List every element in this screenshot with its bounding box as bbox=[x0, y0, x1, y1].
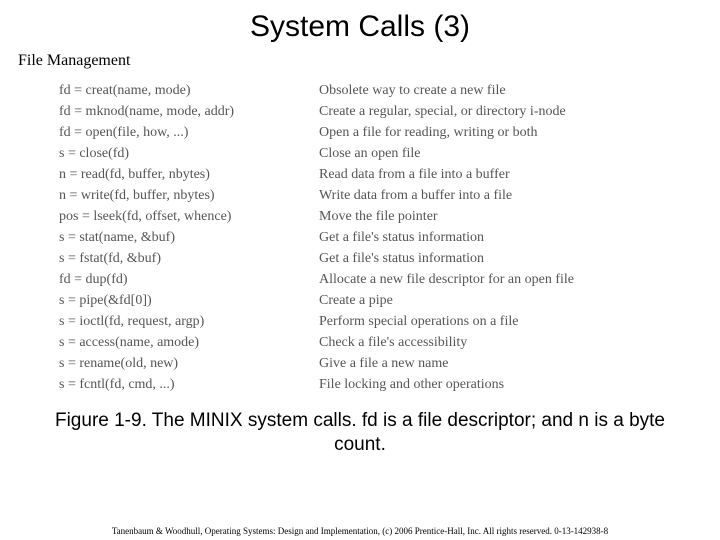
table-row: fd = open(file, how, ...)Open a file for… bbox=[55, 122, 700, 143]
table-row: fd = dup(fd)Allocate a new file descript… bbox=[55, 269, 700, 290]
table-row: s = fstat(fd, &buf)Get a file's status i… bbox=[55, 248, 700, 269]
syscall-description: Write data from a buffer into a file bbox=[315, 185, 700, 206]
copyright-line: Tanenbaum & Woodhull, Operating Systems:… bbox=[0, 526, 720, 536]
table-row: s = stat(name, &buf)Get a file's status … bbox=[55, 227, 700, 248]
syscall-signature: s = fcntl(fd, cmd, ...) bbox=[55, 374, 315, 395]
syscall-table: fd = creat(name, mode)Obsolete way to cr… bbox=[55, 80, 700, 395]
syscall-description: Obsolete way to create a new file bbox=[315, 80, 700, 101]
table-row: s = pipe(&fd[0])Create a pipe bbox=[55, 290, 700, 311]
syscall-signature: n = write(fd, buffer, nbytes) bbox=[55, 185, 315, 206]
syscall-signature: fd = creat(name, mode) bbox=[55, 80, 315, 101]
table-row: s = close(fd)Close an open file bbox=[55, 143, 700, 164]
syscall-description: Check a file's accessibility bbox=[315, 332, 700, 353]
syscall-signature: s = access(name, amode) bbox=[55, 332, 315, 353]
section-subtitle: File Management bbox=[0, 52, 720, 80]
figure-caption: Figure 1-9. The MINIX system calls. fd i… bbox=[0, 395, 720, 457]
table-row: s = rename(old, new)Give a file a new na… bbox=[55, 353, 700, 374]
syscall-signature: s = ioctl(fd, request, argp) bbox=[55, 311, 315, 332]
syscall-description: Get a file's status information bbox=[315, 227, 700, 248]
table-row: n = read(fd, buffer, nbytes)Read data fr… bbox=[55, 164, 700, 185]
syscall-description: Allocate a new file descriptor for an op… bbox=[315, 269, 700, 290]
syscall-signature: fd = dup(fd) bbox=[55, 269, 315, 290]
syscall-description: Give a file a new name bbox=[315, 353, 700, 374]
syscall-signature: s = close(fd) bbox=[55, 143, 315, 164]
syscall-table-wrap: fd = creat(name, mode)Obsolete way to cr… bbox=[0, 80, 720, 395]
table-row: s = access(name, amode)Check a file's ac… bbox=[55, 332, 700, 353]
table-row: fd = mknod(name, mode, addr)Create a reg… bbox=[55, 101, 700, 122]
syscall-signature: s = rename(old, new) bbox=[55, 353, 315, 374]
syscall-description: Read data from a file into a buffer bbox=[315, 164, 700, 185]
syscall-description: Close an open file bbox=[315, 143, 700, 164]
table-row: s = fcntl(fd, cmd, ...)File locking and … bbox=[55, 374, 700, 395]
table-row: s = ioctl(fd, request, argp)Perform spec… bbox=[55, 311, 700, 332]
syscall-description: Open a file for reading, writing or both bbox=[315, 122, 700, 143]
syscall-signature: s = pipe(&fd[0]) bbox=[55, 290, 315, 311]
syscall-description: File locking and other operations bbox=[315, 374, 700, 395]
table-row: fd = creat(name, mode)Obsolete way to cr… bbox=[55, 80, 700, 101]
table-row: pos = lseek(fd, offset, whence)Move the … bbox=[55, 206, 700, 227]
syscall-signature: n = read(fd, buffer, nbytes) bbox=[55, 164, 315, 185]
syscall-signature: s = stat(name, &buf) bbox=[55, 227, 315, 248]
syscall-signature: s = fstat(fd, &buf) bbox=[55, 248, 315, 269]
syscall-description: Get a file's status information bbox=[315, 248, 700, 269]
table-row: n = write(fd, buffer, nbytes)Write data … bbox=[55, 185, 700, 206]
syscall-signature: fd = mknod(name, mode, addr) bbox=[55, 101, 315, 122]
syscall-description: Move the file pointer bbox=[315, 206, 700, 227]
page-title: System Calls (3) bbox=[0, 0, 720, 52]
syscall-signature: fd = open(file, how, ...) bbox=[55, 122, 315, 143]
syscall-signature: pos = lseek(fd, offset, whence) bbox=[55, 206, 315, 227]
syscall-description: Create a regular, special, or directory … bbox=[315, 101, 700, 122]
syscall-description: Create a pipe bbox=[315, 290, 700, 311]
syscall-description: Perform special operations on a file bbox=[315, 311, 700, 332]
